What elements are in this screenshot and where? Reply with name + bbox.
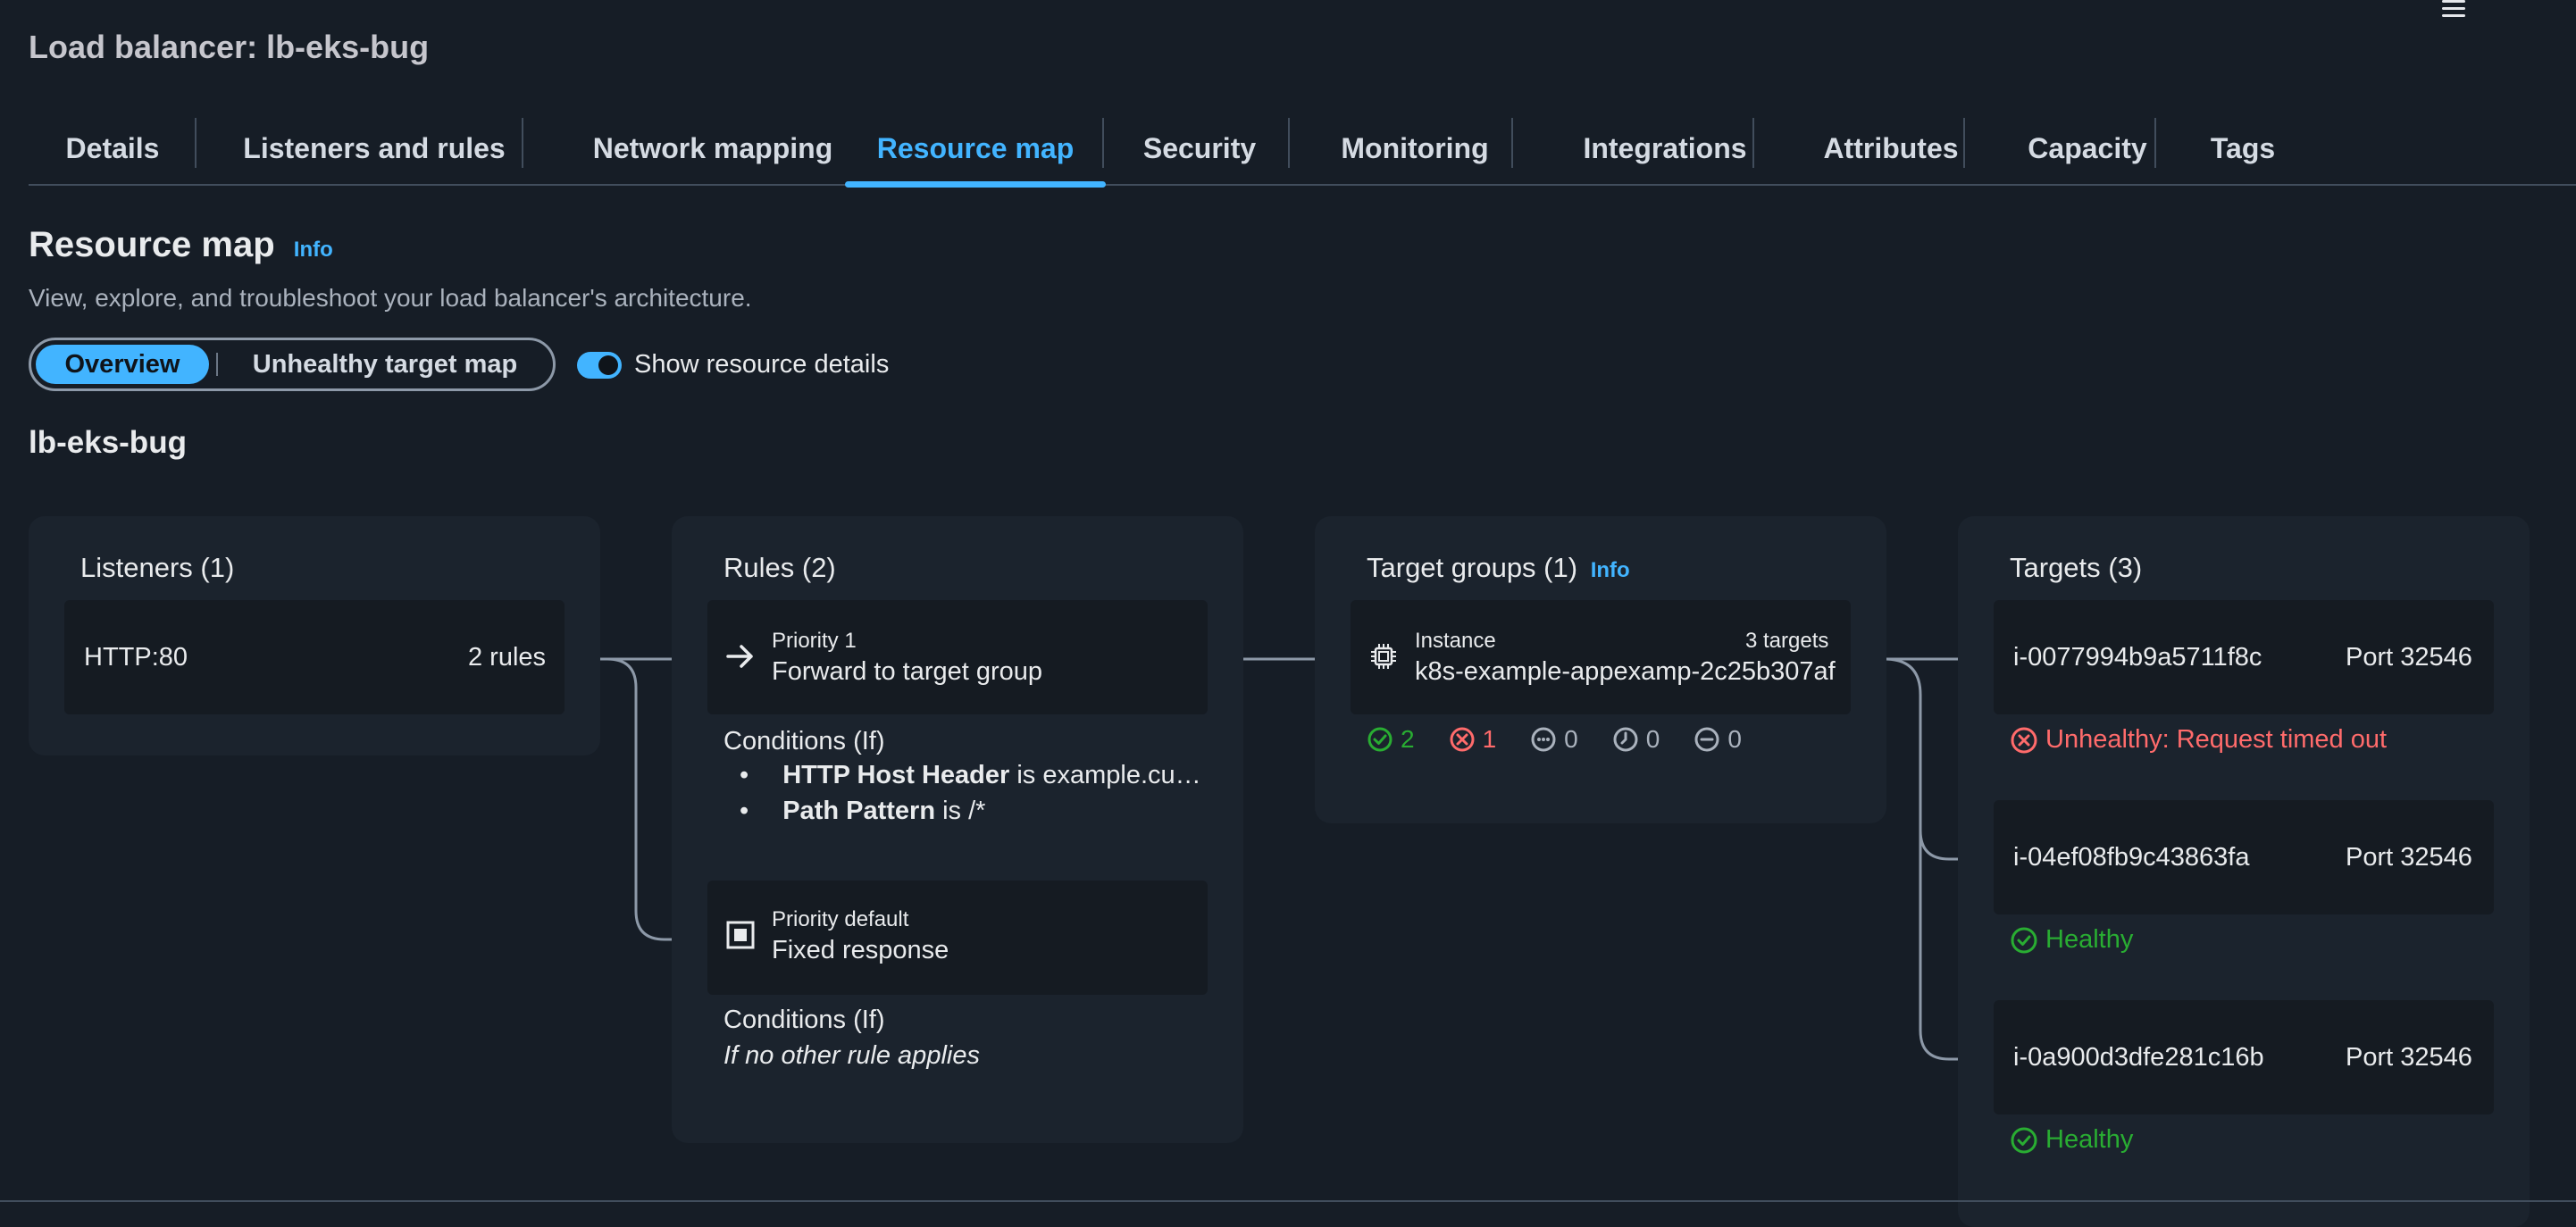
listeners-title: Listeners (1) <box>80 552 235 583</box>
rule-priority: Priority 1 <box>772 629 857 653</box>
listener-rules-count: 2 rules <box>468 643 547 672</box>
target-groups-title: Target groups (1) Info <box>1367 552 1630 584</box>
rule-conditions-text: If no other rule applies <box>723 1041 980 1070</box>
clock-circle-icon <box>1613 727 1638 752</box>
rule-action: Forward to target group <box>772 657 1043 686</box>
rule-condition: • Path Pattern is /* <box>740 797 985 826</box>
check-circle-icon <box>2011 927 2037 953</box>
condition-op: is <box>1009 761 1043 789</box>
draining-count: 0 <box>1727 725 1742 753</box>
condition-key: HTTP Host Header <box>782 761 1010 789</box>
x-circle-icon <box>2011 727 2037 753</box>
target-status: Healthy <box>2010 925 2133 955</box>
rule-action: Fixed response <box>772 936 949 964</box>
unhealthy-count: 1 <box>1482 725 1497 753</box>
target-port: Port 32546 <box>2346 1043 2472 1072</box>
rule-priority: Priority default <box>772 907 909 931</box>
rule-conditions-title: Conditions (If) <box>723 727 885 755</box>
target-health-counts: 2 1 0 0 0 <box>1367 725 1742 754</box>
target-status-text: Unhealthy: Request timed out <box>2045 725 2388 754</box>
target-group-targets-count: 3 targets <box>1745 629 1829 653</box>
target-group-name: k8s-example-appexamp-2c25b307af <box>1415 657 1836 686</box>
check-circle-icon <box>2011 1127 2037 1153</box>
ellipsis-circle-icon <box>1531 727 1556 752</box>
target-groups-title-text: Target groups (1) <box>1367 552 1578 583</box>
x-circle-icon <box>1450 727 1475 752</box>
arrow-right-icon <box>726 645 753 668</box>
target-port: Port 32546 <box>2346 843 2472 872</box>
rule-conditions-title: Conditions (If) <box>723 1006 885 1034</box>
target-group-type: Instance <box>1415 629 1496 653</box>
rules-title: Rules (2) <box>723 552 836 583</box>
condition-key: Path Pattern <box>782 797 936 825</box>
targets-title: Targets (3) <box>2010 552 2143 583</box>
target-status-text: Healthy <box>2045 1125 2134 1154</box>
stop-icon <box>726 921 755 949</box>
bullet: • <box>740 761 749 789</box>
target-status-text: Healthy <box>2045 925 2134 954</box>
condition-op: is <box>935 797 969 825</box>
condition-value: /* <box>968 797 986 825</box>
condition-value: example.cu… <box>1042 761 1201 789</box>
unused-count: 0 <box>1564 725 1578 753</box>
check-circle-icon <box>1367 727 1393 752</box>
minus-circle-icon <box>1694 727 1719 752</box>
bullet: • <box>740 797 749 825</box>
target-id: i-04ef08fb9c43863fa <box>2013 843 2250 872</box>
target-port: Port 32546 <box>2346 643 2472 672</box>
target-status: Unhealthy: Request timed out <box>2010 725 2387 755</box>
target-groups-info-link[interactable]: Info <box>1591 558 1630 582</box>
bottom-divider <box>0 1200 2576 1202</box>
rule-condition: • HTTP Host Header is example.cu… <box>740 761 1201 790</box>
healthy-count: 2 <box>1401 725 1415 753</box>
listener-name: HTTP:80 <box>84 643 188 672</box>
target-id: i-0a900d3dfe281c16b <box>2013 1043 2264 1072</box>
target-status: Healthy <box>2010 1125 2133 1155</box>
initial-count: 0 <box>1645 725 1660 753</box>
target-id: i-0077994b9a5711f8c <box>2013 643 2262 672</box>
chip-icon <box>1371 644 1396 669</box>
